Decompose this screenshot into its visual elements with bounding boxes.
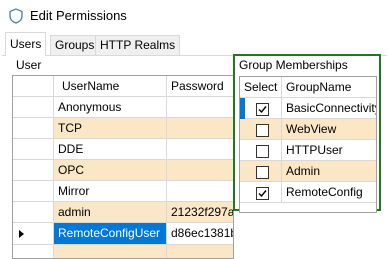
column-header-username[interactable]: UserName — [54, 76, 167, 97]
password-cell[interactable]: 21232f297a57 — [167, 202, 233, 223]
users-grid[interactable]: UserName Password Anonymous TCP DDE OPC … — [12, 75, 234, 259]
tab-users[interactable]: Users — [5, 32, 47, 56]
new-row-cell[interactable] — [54, 245, 167, 258]
row-header-current[interactable] — [13, 223, 54, 245]
group-memberships-label: Group Memberships — [239, 58, 348, 72]
groupname-cell[interactable]: RemoteConfig — [282, 182, 376, 203]
row-header[interactable] — [13, 160, 54, 181]
select-cell[interactable] — [240, 119, 282, 140]
groupname-cell[interactable]: Admin — [282, 161, 376, 182]
password-cell[interactable] — [167, 118, 233, 139]
current-row-arrow-icon — [19, 230, 24, 238]
row-header[interactable] — [13, 181, 54, 202]
new-row-cell[interactable] — [167, 245, 233, 258]
username-cell-selected[interactable]: RemoteConfigUser — [54, 223, 167, 245]
row-header[interactable] — [13, 118, 54, 139]
users-grid-corner — [13, 76, 54, 97]
username-cell[interactable]: DDE — [54, 139, 167, 160]
user-section-label: User — [16, 58, 42, 72]
username-cell[interactable]: admin — [54, 202, 167, 223]
column-header-select[interactable]: Select — [240, 77, 282, 98]
select-cell[interactable] — [240, 161, 282, 182]
select-cell[interactable] — [240, 140, 282, 161]
column-header-groupname[interactable]: GroupName — [282, 77, 376, 98]
row-header[interactable] — [13, 202, 54, 223]
tab-groups[interactable]: Groups — [50, 35, 100, 55]
title-bar: Edit Permissions — [0, 0, 389, 32]
password-cell[interactable]: d86ec1381bd5 — [167, 223, 233, 245]
checkbox-unchecked[interactable] — [256, 166, 269, 179]
group-memberships-grid[interactable]: Select GroupName BasicConnectivity WebVi… — [239, 76, 377, 213]
row-header[interactable] — [13, 97, 54, 118]
checkmark-icon — [258, 106, 267, 114]
groupname-cell[interactable]: WebView — [282, 119, 376, 140]
checkbox-checked[interactable] — [256, 103, 269, 116]
password-cell[interactable] — [167, 181, 233, 202]
password-cell[interactable] — [167, 139, 233, 160]
groupname-cell[interactable]: HTTPUser — [282, 140, 376, 161]
tab-http-realms[interactable]: HTTP Realms — [95, 35, 181, 55]
select-cell[interactable] — [240, 182, 282, 203]
window-title: Edit Permissions — [30, 8, 127, 23]
column-header-password[interactable]: Password — [167, 76, 233, 97]
password-cell[interactable] — [167, 97, 233, 118]
username-cell[interactable]: OPC — [54, 160, 167, 181]
checkbox-unchecked[interactable] — [256, 124, 269, 137]
shield-icon — [9, 8, 23, 24]
checkmark-icon — [258, 190, 267, 198]
username-cell[interactable]: Anonymous — [54, 97, 167, 118]
checkbox-unchecked[interactable] — [256, 145, 269, 158]
row-header[interactable] — [13, 139, 54, 160]
username-cell[interactable]: Mirror — [54, 181, 167, 202]
select-cell[interactable] — [245, 98, 282, 119]
checkbox-checked[interactable] — [256, 187, 269, 200]
password-cell[interactable] — [167, 160, 233, 181]
username-cell[interactable]: TCP — [54, 118, 167, 139]
groupname-cell[interactable]: BasicConnectivity — [282, 98, 376, 119]
row-header[interactable] — [13, 245, 54, 258]
group-memberships-panel: Group Memberships Select GroupName Basic… — [233, 54, 381, 213]
